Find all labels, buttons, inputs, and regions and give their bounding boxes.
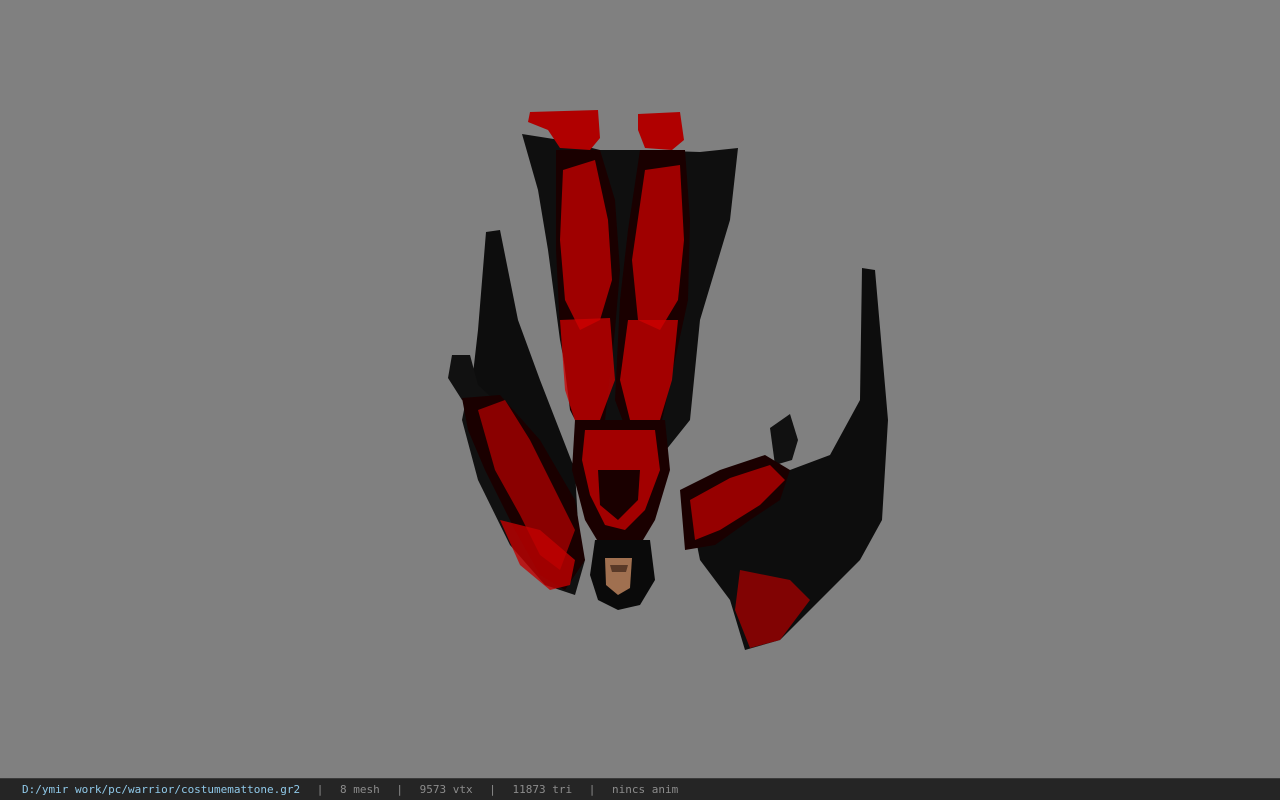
animation-status: nincs anim (612, 783, 679, 796)
separator: | (489, 783, 496, 796)
character-model-render[interactable] (0, 0, 1280, 778)
right-hand (770, 414, 798, 465)
file-path: D:/ymir work/pc/warrior/costumemattone.g… (22, 783, 301, 796)
separator: | (588, 783, 596, 796)
right-boot (638, 112, 684, 150)
triangle-count: 11873 tri (512, 783, 573, 796)
separator: | (316, 783, 324, 796)
mesh-count: 8 mesh (340, 783, 380, 796)
3d-viewport[interactable] (0, 0, 1280, 778)
separator: | (396, 783, 404, 796)
status-bar: D:/ymir work/pc/warrior/costumemattone.g… (0, 778, 1280, 800)
vertex-count: 9573 vtx (419, 783, 473, 796)
